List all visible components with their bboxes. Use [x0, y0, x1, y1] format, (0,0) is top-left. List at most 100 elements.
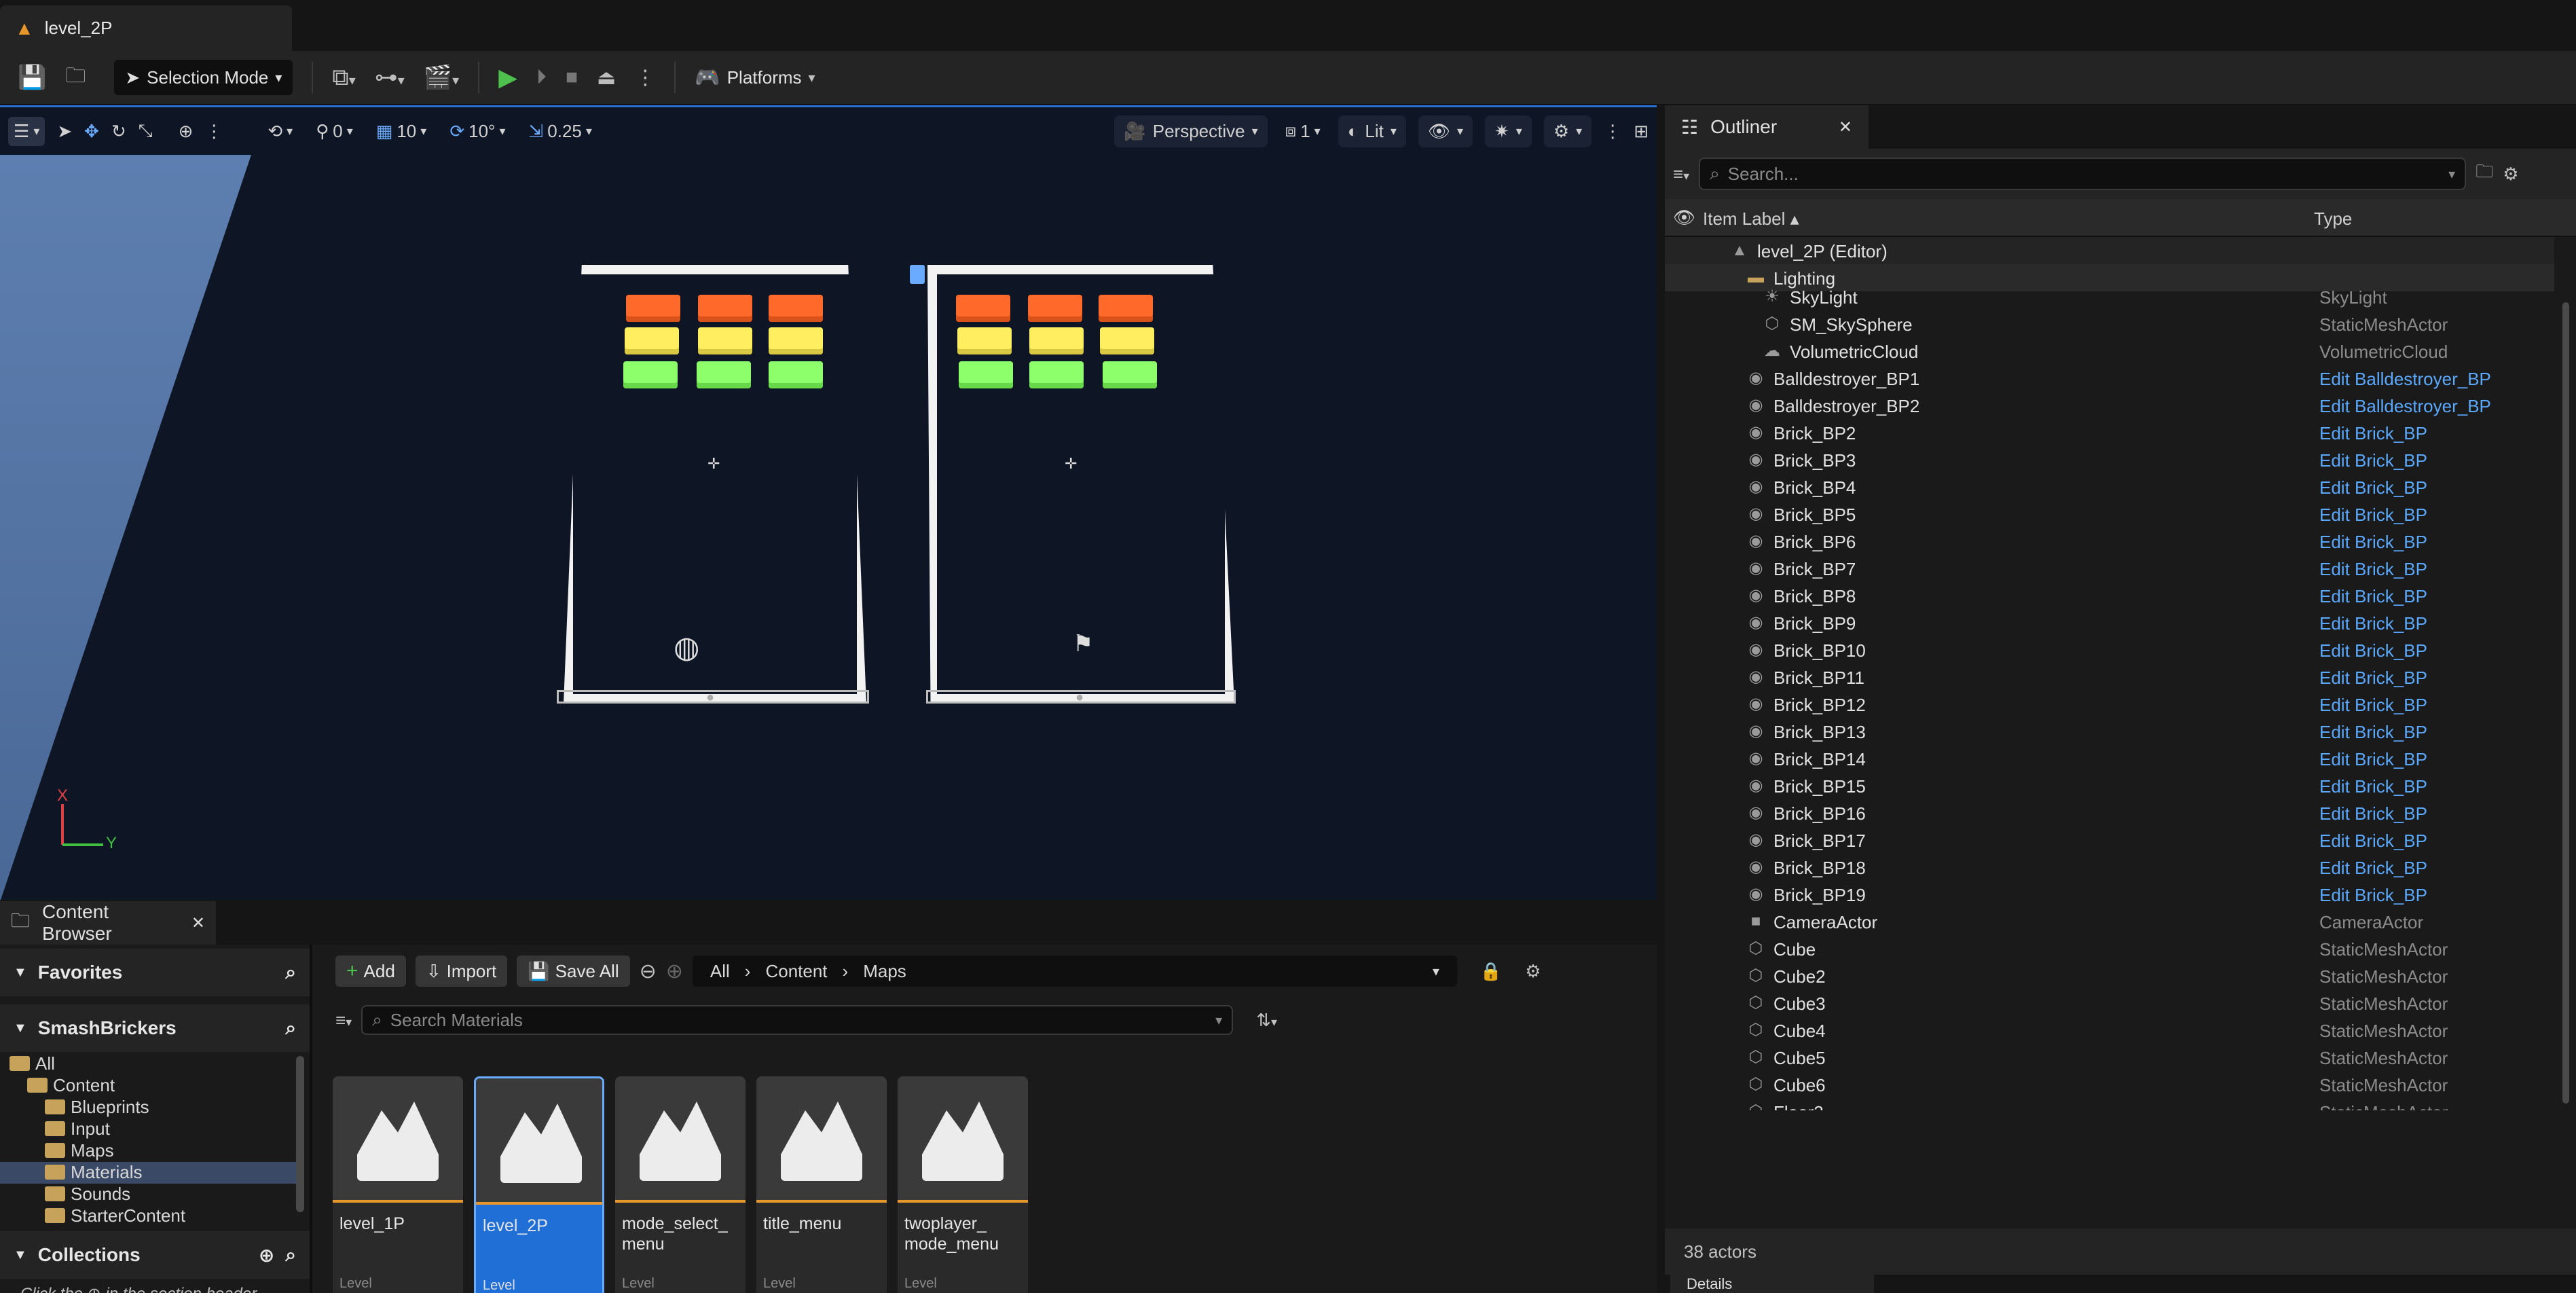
collections-section[interactable]: ▼ Collections ⊕ ⌕: [0, 1231, 310, 1279]
target-point-icon[interactable]: ✛: [1065, 455, 1077, 473]
viewport-options-button[interactable]: ☰ ▾: [8, 116, 45, 146]
settings-dropdown[interactable]: ⚙ ▾: [1543, 115, 1592, 147]
search-icon[interactable]: ⌕: [285, 962, 296, 984]
brick[interactable]: [1029, 361, 1084, 388]
save-icon[interactable]: 💾: [18, 64, 46, 91]
scale-snap-toggle[interactable]: ⇲ 0.25 ▾: [523, 117, 597, 146]
more-options-icon[interactable]: ⋮: [635, 66, 655, 90]
edit-blueprint-link[interactable]: Edit Brick_BP: [2319, 668, 2427, 689]
outliner-row[interactable]: ◉ Brick_BP7 Edit Brick_BP: [1665, 555, 2554, 582]
outliner-row[interactable]: ◉ Brick_BP2 Edit Brick_BP: [1665, 419, 2554, 446]
asset-tile[interactable]: title_menu Level: [756, 1076, 887, 1293]
outliner-row[interactable]: ▲ level_2P (Editor): [1665, 237, 2554, 264]
outliner-row[interactable]: ◉ Brick_BP12 Edit Brick_BP: [1665, 691, 2554, 718]
outliner-scrollbar[interactable]: [2562, 302, 2569, 1104]
eject-icon[interactable]: ⏏: [597, 66, 616, 90]
scale-tool-icon[interactable]: ⤡: [139, 120, 153, 142]
more-icon[interactable]: ⋮: [205, 121, 223, 142]
outliner-row[interactable]: ◉ Brick_BP11 Edit Brick_BP: [1665, 663, 2554, 691]
tree-scrollbar[interactable]: [296, 1056, 304, 1212]
edit-blueprint-link[interactable]: Edit Balldestroyer_BP: [2319, 369, 2491, 390]
outliner-row[interactable]: ◉ Brick_BP14 Edit Brick_BP: [1665, 745, 2554, 772]
filter-icon[interactable]: ≡▾: [1673, 164, 1689, 185]
edit-blueprint-link[interactable]: Edit Brick_BP: [2319, 695, 2427, 716]
add-actor-icon[interactable]: ⧉▾: [332, 65, 355, 91]
outliner-row[interactable]: ■ CameraActor CameraActor: [1665, 908, 2554, 935]
document-tab[interactable]: ▲ level_2P: [0, 5, 292, 51]
asset-tile[interactable]: twoplayer_ mode_menu Level: [898, 1076, 1028, 1293]
edit-blueprint-link[interactable]: Edit Brick_BP: [2319, 885, 2427, 906]
player-start-icon[interactable]: ◍: [674, 630, 699, 665]
browse-content-icon[interactable]: 🗀: [65, 60, 86, 95]
item-label-header[interactable]: Item Label ▴: [1703, 208, 1799, 230]
outliner-row[interactable]: ◉ Balldestroyer_BP2 Edit Balldestroyer_BP: [1665, 392, 2554, 419]
gear-icon[interactable]: ⚙: [2503, 164, 2518, 185]
add-collection-icon[interactable]: ⊕: [259, 1244, 274, 1267]
target-point-icon[interactable]: ✛: [707, 455, 720, 473]
brick[interactable]: [698, 327, 752, 354]
edit-blueprint-link[interactable]: Edit Brick_BP: [2319, 450, 2427, 471]
outliner-search-input[interactable]: ⌕ Search... ▾: [1699, 158, 2467, 190]
tree-item[interactable]: All: [0, 1053, 296, 1075]
ball-icon[interactable]: ●: [1075, 690, 1084, 706]
outliner-row[interactable]: ◉ Brick_BP13 Edit Brick_BP: [1665, 718, 2554, 745]
outliner-row[interactable]: ⬡ Cube3 StaticMeshActor: [1665, 989, 2554, 1017]
tree-item[interactable]: Blueprints: [0, 1097, 296, 1118]
brick[interactable]: [956, 295, 1010, 322]
selection-handle-icon[interactable]: [910, 265, 925, 284]
outliner-row[interactable]: ◉ Brick_BP3 Edit Brick_BP: [1665, 446, 2554, 473]
outliner-row[interactable]: ◉ Brick_BP9 Edit Brick_BP: [1665, 609, 2554, 636]
brick[interactable]: [625, 327, 679, 354]
play-icon[interactable]: ▶: [498, 63, 517, 92]
fx-dropdown[interactable]: ✷ ▾: [1485, 115, 1532, 147]
tree-item[interactable]: Sounds: [0, 1184, 296, 1205]
tree-item[interactable]: Maps: [0, 1140, 296, 1162]
tree-item[interactable]: StarterContent: [0, 1205, 296, 1223]
brick[interactable]: [769, 361, 823, 388]
project-section[interactable]: ▼ SmashBrickers ⌕: [0, 1004, 310, 1052]
brick[interactable]: [769, 327, 823, 354]
edit-blueprint-link[interactable]: Edit Brick_BP: [2319, 613, 2427, 634]
tree-item[interactable]: Input: [0, 1118, 296, 1140]
edit-blueprint-link[interactable]: Edit Brick_BP: [2319, 586, 2427, 607]
edit-blueprint-link[interactable]: Edit Brick_BP: [2319, 423, 2427, 444]
outliner-row[interactable]: ◉ Brick_BP15 Edit Brick_BP: [1665, 772, 2554, 799]
outliner-row[interactable]: ⬡ Cube4 StaticMeshActor: [1665, 1017, 2554, 1044]
new-folder-icon[interactable]: 🗀: [2476, 159, 2493, 189]
asset-tile[interactable]: level_1P Level: [333, 1076, 463, 1293]
tree-item[interactable]: Materials: [0, 1162, 296, 1184]
more-options-icon[interactable]: ⋮: [1604, 121, 1621, 142]
brick[interactable]: [698, 295, 752, 322]
rotation-snap-toggle[interactable]: ⚲ 0 ▾: [310, 117, 358, 146]
edit-blueprint-link[interactable]: Edit Brick_BP: [2319, 477, 2427, 498]
outliner-row[interactable]: ⬡ Cube2 StaticMeshActor: [1665, 962, 2554, 989]
brick[interactable]: [623, 361, 678, 388]
outliner-row[interactable]: ◉ Brick_BP8 Edit Brick_BP: [1665, 582, 2554, 609]
edit-blueprint-link[interactable]: Edit Brick_BP: [2319, 505, 2427, 526]
world-space-icon[interactable]: ⊕: [179, 121, 194, 142]
outliner-row[interactable]: ⬡ Cube StaticMeshActor: [1665, 935, 2554, 962]
outliner-row[interactable]: ◉ Brick_BP17 Edit Brick_BP: [1665, 826, 2554, 854]
ball-icon[interactable]: ●: [706, 690, 714, 706]
outliner-row[interactable]: ◉ Brick_BP5 Edit Brick_BP: [1665, 500, 2554, 528]
outliner-row[interactable]: ⬡ Cube6 StaticMeshActor: [1665, 1071, 2554, 1098]
edit-blueprint-link[interactable]: Edit Brick_BP: [2319, 640, 2427, 661]
view-mode-dropdown[interactable]: ◐ Lit ▾: [1338, 115, 1406, 147]
favorites-section[interactable]: ▼ Favorites ⌕: [0, 949, 310, 996]
perspective-dropdown[interactable]: 🎥 Perspective ▾: [1114, 115, 1268, 147]
edit-blueprint-link[interactable]: Edit Brick_BP: [2319, 858, 2427, 879]
outliner-row[interactable]: ☀ SkyLight SkyLight: [1665, 283, 2554, 310]
platforms-dropdown[interactable]: 🎮 Platforms ▾: [695, 66, 815, 90]
blueprint-icon[interactable]: ⊶▾: [375, 64, 405, 91]
brick[interactable]: [957, 327, 1012, 354]
outliner-row[interactable]: ◉ Brick_BP4 Edit Brick_BP: [1665, 473, 2554, 500]
grid-snap-toggle[interactable]: ▦ 10 ▾: [371, 117, 433, 146]
select-tool-icon[interactable]: ➤: [57, 121, 72, 142]
asset-tile[interactable]: level_2P Level: [474, 1076, 604, 1293]
brick[interactable]: [1028, 295, 1082, 322]
edit-blueprint-link[interactable]: Edit Brick_BP: [2319, 749, 2427, 770]
show-dropdown[interactable]: 👁 ▾: [1418, 115, 1473, 147]
edit-blueprint-link[interactable]: Edit Brick_BP: [2319, 722, 2427, 743]
stop-icon[interactable]: ■: [566, 66, 578, 89]
layout-icon[interactable]: ⊞: [1634, 121, 1649, 142]
